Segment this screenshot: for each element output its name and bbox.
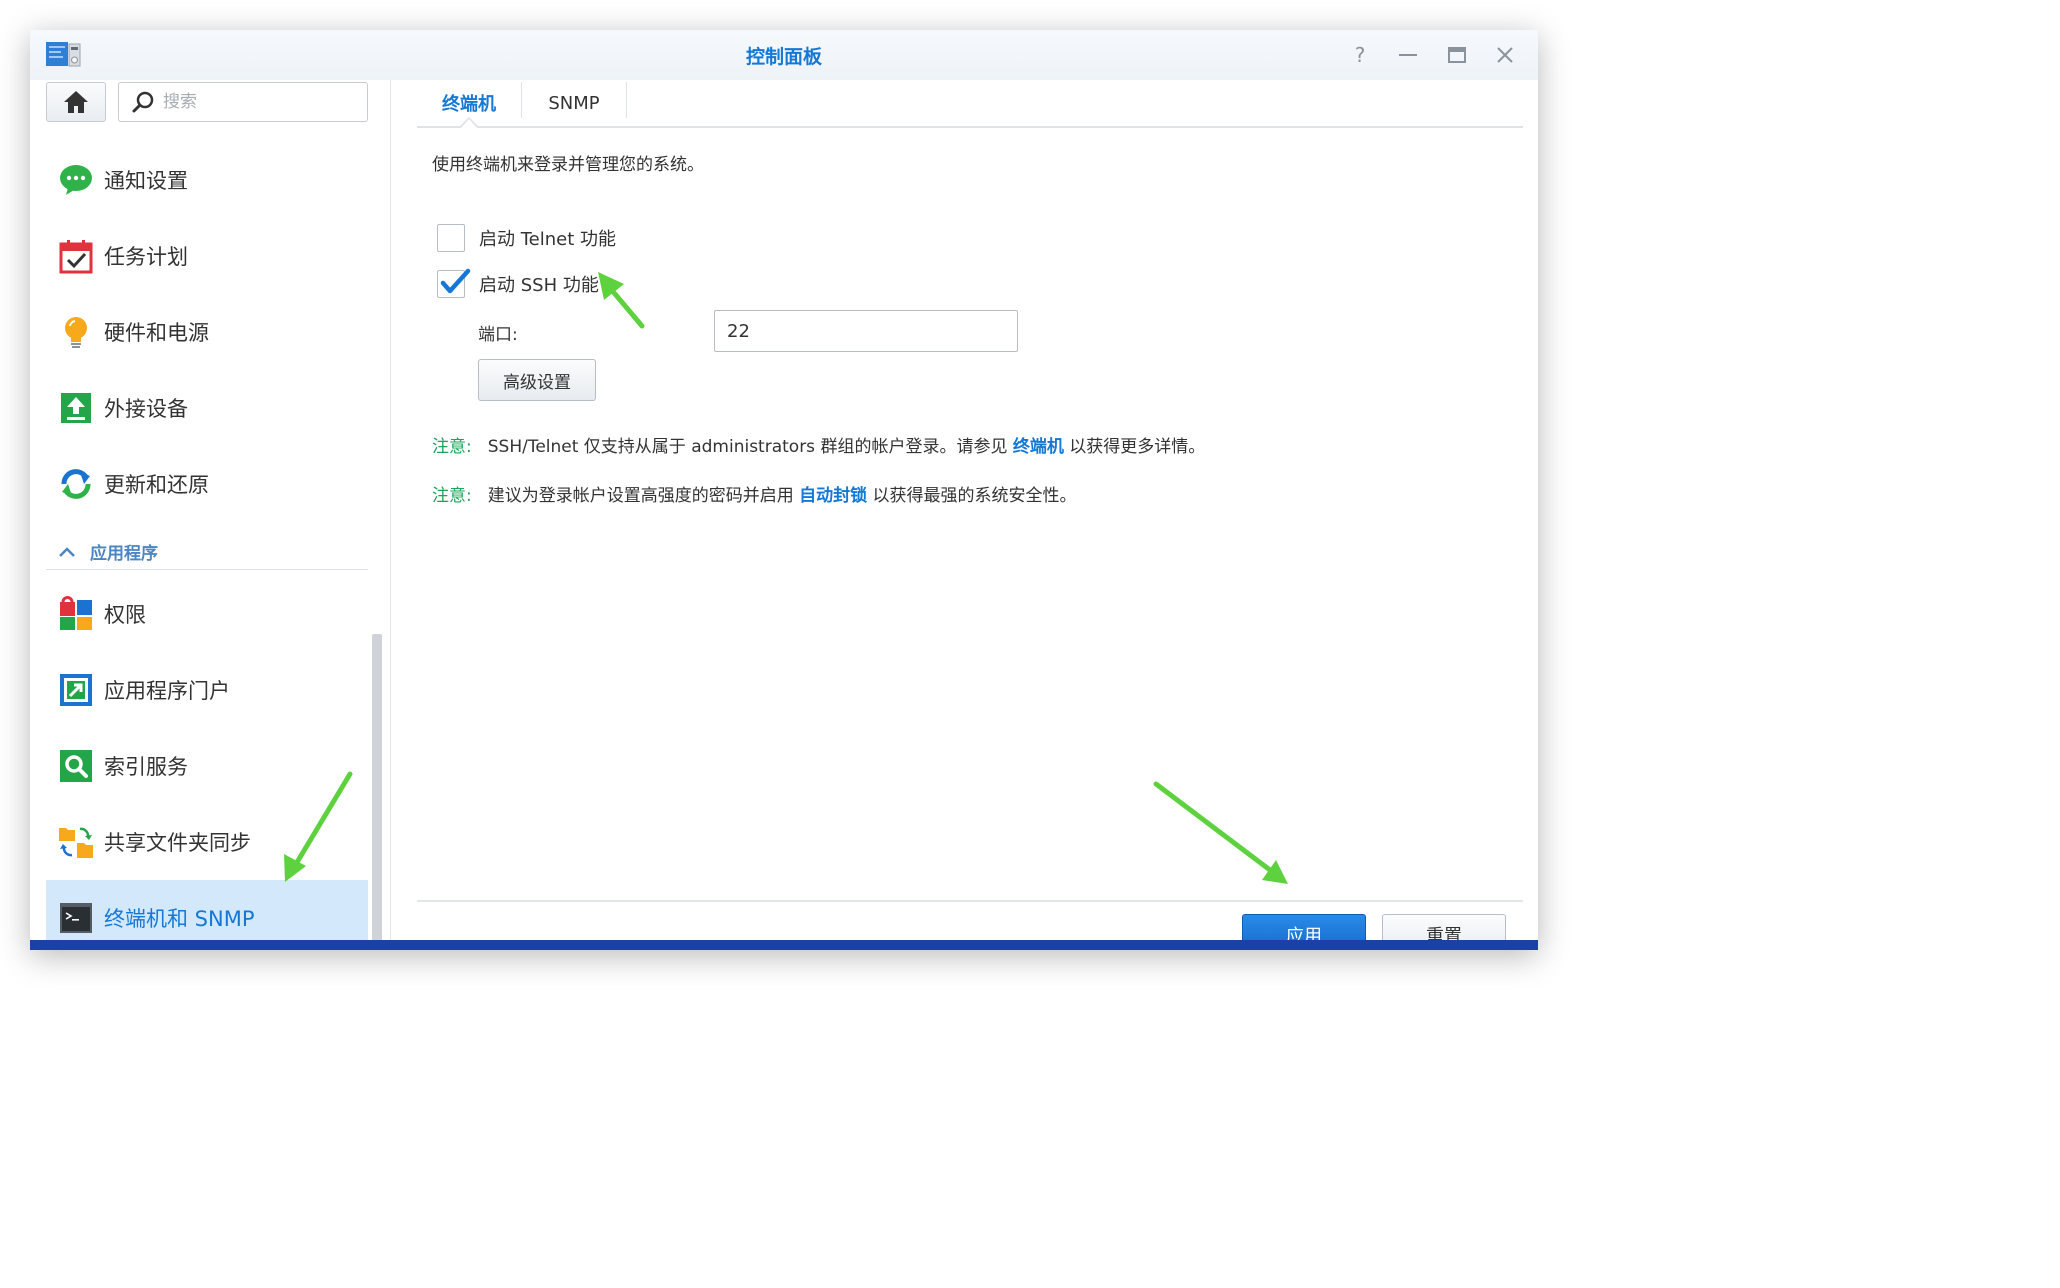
- tab-separator: [626, 82, 627, 118]
- telnet-label: 启动 Telnet 功能: [479, 229, 616, 250]
- chevron-up-icon: [59, 546, 75, 557]
- sidebar-item-external-devices[interactable]: 外接设备: [46, 370, 368, 446]
- sidebar-item-label: 通知设置: [104, 169, 188, 193]
- sidebar: 通知设置 任务计划 硬件和电源: [30, 80, 392, 950]
- help-icon[interactable]: ?: [1347, 42, 1373, 68]
- port-input[interactable]: [714, 310, 1018, 352]
- refresh-icon: [61, 469, 91, 499]
- telnet-checkbox[interactable]: [437, 224, 465, 252]
- sidebar-item-hardware-power[interactable]: 硬件和电源: [46, 294, 368, 370]
- note-text: 以获得最强的系统安全性。: [867, 486, 1077, 506]
- tab-bar: 终端机 SNMP: [417, 80, 1523, 128]
- sidebar-item-label: 硬件和电源: [104, 321, 209, 345]
- sidebar-item-permissions[interactable]: 权限: [46, 576, 368, 652]
- lightbulb-icon: [65, 317, 87, 348]
- port-label: 端口:: [478, 325, 518, 345]
- sidebar-item-notification[interactable]: 通知设置: [46, 142, 368, 218]
- close-icon[interactable]: [1492, 42, 1518, 68]
- window-title: 控制面板: [745, 46, 822, 68]
- footer-divider: [417, 900, 1523, 902]
- sidebar-divider: [390, 80, 391, 950]
- sidebar-item-indexing-service[interactable]: 索引服务: [46, 728, 368, 804]
- home-icon: [64, 91, 88, 113]
- advanced-settings-button[interactable]: 高级设置: [478, 359, 596, 401]
- section-label: 应用程序: [90, 544, 158, 564]
- sidebar-item-shared-folder-sync[interactable]: 共享文件夹同步: [46, 804, 368, 880]
- search-input[interactable]: [163, 92, 353, 112]
- terminal-icon: [60, 903, 92, 933]
- sidebar-item-label: 外接设备: [104, 397, 188, 421]
- ssh-label: 启动 SSH 功能: [479, 275, 599, 296]
- terminal-help-link[interactable]: 终端机: [1013, 437, 1064, 457]
- sidebar-item-label: 索引服务: [104, 755, 188, 779]
- sidebar-scrollbar[interactable]: [372, 634, 382, 950]
- note-strong-password: 注意: 建议为登录帐户设置高强度的密码并启用 自动封锁 以获得最强的系统安全性。: [432, 481, 1077, 506]
- control-panel-window: 控制面板 ? 搜索 通知设置 任务计划 硬件和电源 外接设备 更新和还原 应用程…: [30, 30, 1538, 950]
- telnet-option[interactable]: 启动 Telnet 功能: [437, 224, 616, 252]
- minimize-icon[interactable]: [1395, 42, 1421, 68]
- note-tag: 注意:: [432, 486, 472, 506]
- search-box[interactable]: [118, 82, 368, 122]
- title-bar: 控制面板 ?: [30, 30, 1538, 80]
- index-icon: [60, 750, 92, 782]
- sidebar-item-label: 共享文件夹同步: [104, 831, 251, 855]
- search-icon: [132, 91, 154, 113]
- notification-icon: [60, 165, 92, 195]
- active-tab-indicator: [459, 117, 479, 128]
- sidebar-item-label: 任务计划: [104, 245, 188, 269]
- permissions-icon: [60, 596, 92, 630]
- calendar-icon: [59, 240, 93, 274]
- sidebar-item-update-restore[interactable]: 更新和还原: [46, 446, 368, 522]
- sidebar-item-label: 权限: [104, 603, 146, 627]
- sidebar-item-task-scheduler[interactable]: 任务计划: [46, 218, 368, 294]
- ssh-checkbox[interactable]: [437, 268, 471, 298]
- main-panel: 终端机 SNMP 使用终端机来登录并管理您的系统。 启动 Telnet 功能 启…: [392, 80, 1538, 950]
- sidebar-item-label: 应用程序门户: [104, 679, 230, 703]
- terminal-description: 使用终端机来登录并管理您的系统。: [432, 155, 704, 175]
- note-tag: 注意:: [432, 437, 472, 457]
- maximize-icon[interactable]: [1444, 42, 1470, 68]
- sidebar-item-label: 更新和还原: [104, 473, 209, 497]
- ssh-option[interactable]: 启动 SSH 功能: [437, 268, 599, 298]
- note-text: 以获得更多详情。: [1063, 437, 1206, 457]
- section-header-applications[interactable]: 应用程序: [46, 534, 368, 570]
- bottom-accent-bar: [30, 940, 1538, 950]
- home-button[interactable]: [46, 82, 106, 122]
- portal-icon: [60, 674, 92, 706]
- note-admin-only: 注意: SSH/Telnet 仅支持从属于 administrators 群组的帐…: [432, 432, 1205, 457]
- checkmark-icon: [440, 268, 471, 294]
- sidebar-item-app-portal[interactable]: 应用程序门户: [46, 652, 368, 728]
- upload-icon: [61, 393, 91, 423]
- tab-snmp[interactable]: SNMP: [522, 80, 626, 126]
- sidebar-item-label: 终端机和 SNMP: [104, 907, 255, 931]
- folder-sync-icon: [59, 827, 93, 858]
- note-text: 建议为登录帐户设置高强度的密码并启用: [487, 486, 800, 506]
- auto-block-link[interactable]: 自动封锁: [799, 486, 867, 506]
- note-text: SSH/Telnet 仅支持从属于 administrators 群组的帐户登录…: [487, 437, 1013, 457]
